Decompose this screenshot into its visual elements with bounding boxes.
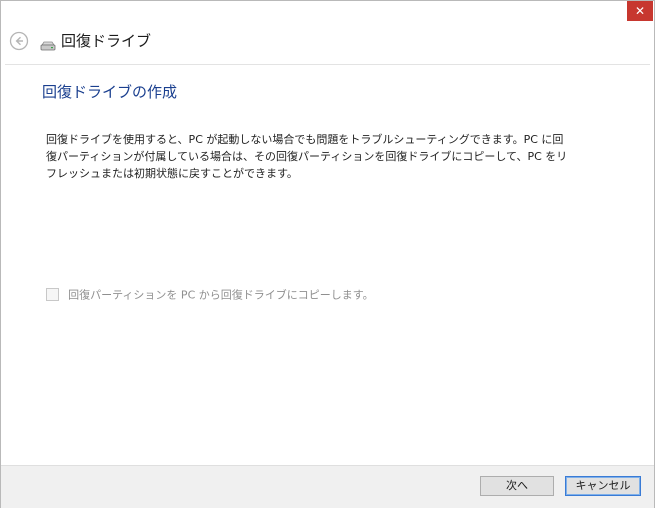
wizard-content: 回復ドライブの作成 回復ドライブを使用すると、PC が起動しない場合でも問題をト…	[5, 64, 650, 465]
button-bar: 次へ キャンセル	[1, 465, 654, 508]
description-text: 回復ドライブを使用すると、PC が起動しない場合でも問題をトラブルシューティング…	[46, 133, 568, 180]
copy-partition-checkbox[interactable]	[46, 288, 59, 301]
drive-icon	[40, 37, 56, 51]
back-button[interactable]	[9, 31, 29, 51]
window-title: 回復ドライブ	[61, 32, 152, 50]
cancel-button[interactable]: キャンセル	[565, 476, 641, 496]
back-arrow-icon	[9, 31, 29, 51]
page-title: 回復ドライブの作成	[42, 83, 178, 101]
next-button[interactable]: 次へ	[480, 476, 554, 496]
copy-partition-option[interactable]: 回復パーティションを PC から回復ドライブにコピーします。	[46, 284, 374, 302]
close-icon: ✕	[634, 4, 646, 18]
close-button[interactable]: ✕	[627, 1, 653, 21]
dialog-window: ✕ 回復ドライブ 回復ドライブの作成 回復ドライブを使用すると、PC が起動しな…	[0, 0, 655, 508]
wizard-header: 回復ドライブ	[1, 23, 654, 61]
copy-partition-label: 回復パーティションを PC から回復ドライブにコピーします。	[68, 288, 374, 302]
title-bar: ✕	[1, 1, 654, 23]
